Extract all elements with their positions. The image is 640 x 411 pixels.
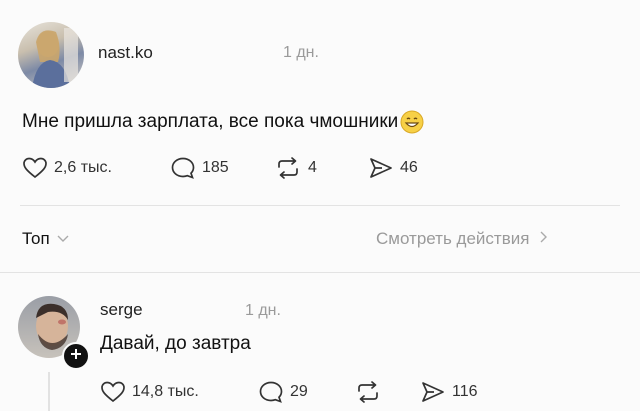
post-comment-count: 185 <box>202 159 229 176</box>
post-like-count: 2,6 тыс. <box>54 159 112 176</box>
reply-like-count: 14,8 тыс. <box>132 383 199 400</box>
heart-icon <box>100 380 126 404</box>
reply-like-button[interactable]: 14,8 тыс. <box>100 380 199 404</box>
post-author-avatar[interactable] <box>18 22 84 88</box>
post-comment-button[interactable]: 185 <box>170 156 229 180</box>
repost-icon <box>354 380 382 404</box>
send-icon <box>420 380 446 404</box>
reply-username[interactable]: serge <box>100 300 143 320</box>
reply-text: Давай, до завтра <box>100 333 251 354</box>
post-repost-count: 4 <box>308 159 317 176</box>
view-activity-label: Смотреть действия <box>376 229 530 248</box>
repost-icon <box>274 156 302 180</box>
post-text: Мне пришла зарплата, все пока чмошники <box>22 111 399 132</box>
comment-icon <box>258 380 284 404</box>
post-like-button[interactable]: 2,6 тыс. <box>22 156 112 180</box>
divider <box>20 205 620 206</box>
reply-share-button[interactable]: 116 <box>420 380 478 404</box>
plus-icon <box>70 347 82 365</box>
reply-thread-line <box>48 372 50 411</box>
sort-label: Топ <box>22 229 50 248</box>
post-username[interactable]: nast.ko <box>98 43 153 63</box>
post-repost-button[interactable]: 4 <box>274 156 317 180</box>
reply-time: 1 дн. <box>245 302 281 319</box>
chevron-down-icon <box>56 229 70 249</box>
send-icon <box>368 156 394 180</box>
avatar-photo <box>32 28 78 88</box>
comment-icon <box>170 156 196 180</box>
view-activity-link[interactable]: Смотреть действия <box>376 229 549 249</box>
reply-repost-button[interactable] <box>354 380 382 404</box>
follow-button[interactable] <box>62 342 90 370</box>
post-share-button[interactable]: 46 <box>368 156 418 180</box>
reply-comment-button[interactable]: 29 <box>258 380 308 404</box>
chevron-right-icon <box>539 229 549 249</box>
divider <box>0 272 640 273</box>
heart-icon <box>22 156 48 180</box>
sort-dropdown[interactable]: Топ <box>22 229 70 249</box>
post-body: Мне пришла зарплата, все пока чмошники <box>22 110 424 134</box>
grinning-emoji-icon <box>400 110 424 134</box>
post-share-count: 46 <box>400 159 418 176</box>
reply-comment-count: 29 <box>290 383 308 400</box>
reply-share-count: 116 <box>452 383 478 400</box>
post-time: 1 дн. <box>283 44 319 61</box>
